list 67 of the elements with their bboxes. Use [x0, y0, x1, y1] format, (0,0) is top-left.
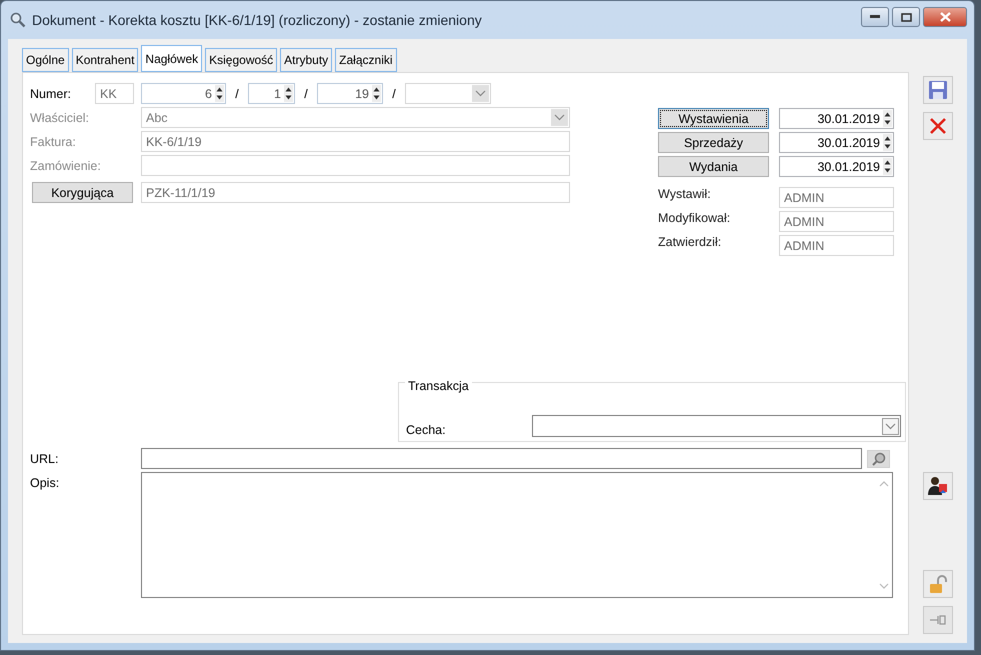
- date-field[interactable]: 30.01.2019: [779, 156, 894, 177]
- padlock-button[interactable]: [923, 570, 953, 598]
- slash-separator: /: [303, 86, 309, 100]
- spinner-icon[interactable]: [883, 158, 892, 175]
- maximize-button[interactable]: [892, 7, 920, 27]
- slash-separator: /: [234, 86, 240, 100]
- maximize-icon: [900, 12, 912, 22]
- group-title: Transakcja: [405, 379, 472, 393]
- pin-button[interactable]: [923, 606, 953, 634]
- minimize-icon: [870, 15, 880, 19]
- close-icon: [940, 12, 950, 22]
- url-label: URL:: [30, 452, 60, 466]
- tab[interactable]: Kontrahent: [72, 48, 138, 72]
- text-field[interactable]: PZK-11/1/19: [141, 182, 570, 203]
- chevron-down-icon: [475, 90, 486, 97]
- search-icon: [870, 452, 886, 466]
- person-button[interactable]: [923, 472, 953, 500]
- date-button[interactable]: Wydania: [658, 156, 769, 177]
- spinner-icon[interactable]: [883, 134, 892, 151]
- number-spin-field[interactable]: 1: [248, 83, 295, 104]
- date-button[interactable]: Wystawienia: [658, 108, 769, 129]
- magnifier-icon: [10, 12, 26, 28]
- user-field: ADMIN: [779, 211, 894, 232]
- date-field[interactable]: 30.01.2019: [779, 108, 894, 129]
- padlock-icon: [928, 574, 948, 594]
- opis-label: Opis:: [30, 475, 60, 492]
- person-icon: [927, 476, 949, 496]
- series-field: KK: [95, 83, 134, 104]
- tab[interactable]: Księgowość: [205, 48, 278, 72]
- combo-field[interactable]: [405, 83, 491, 104]
- chevron-down-icon: [885, 422, 896, 430]
- chevron-down-icon: [554, 114, 565, 121]
- field-label: Właściciel:: [30, 110, 90, 124]
- minimize-button[interactable]: [861, 7, 889, 27]
- number-spin-field[interactable]: 19: [317, 83, 383, 104]
- tab[interactable]: Nagłówek: [141, 45, 202, 72]
- search-button[interactable]: [867, 450, 890, 468]
- field-label: Faktura:: [30, 134, 77, 148]
- cecha-combo[interactable]: [532, 415, 901, 437]
- user-label: Zatwierdził:: [658, 235, 722, 249]
- cancel-button[interactable]: [923, 112, 953, 140]
- field-label: Zamówienie:: [30, 158, 102, 172]
- date-button[interactable]: Sprzedaży: [658, 132, 769, 153]
- tab[interactable]: Atrybuty: [280, 48, 332, 72]
- url-field[interactable]: [141, 448, 862, 469]
- save-button[interactable]: [923, 76, 953, 104]
- spinner-icon[interactable]: [883, 110, 892, 127]
- cecha-label: Cecha:: [406, 423, 447, 437]
- text-field[interactable]: [141, 155, 570, 176]
- tab[interactable]: Załączniki: [335, 48, 397, 72]
- user-label: Modyfikował:: [658, 211, 730, 225]
- tab[interactable]: Ogólne: [22, 48, 69, 72]
- date-field[interactable]: 30.01.2019: [779, 132, 894, 153]
- close-button[interactable]: [923, 7, 967, 27]
- korygujaca-button[interactable]: Korygująca: [32, 182, 133, 203]
- window-title: Dokument - Korekta kosztu [KK-6/1/19] (rozliczony) - zostanie zmieniony: [32, 12, 483, 28]
- user-field: ADMIN: [779, 187, 894, 208]
- number-spin-field[interactable]: 6: [141, 83, 226, 104]
- user-field: ADMIN: [779, 235, 894, 256]
- user-label: Wystawił:: [658, 187, 711, 201]
- spinner-icon[interactable]: [215, 85, 224, 102]
- cross-icon: [929, 117, 947, 135]
- spinner-icon[interactable]: [284, 85, 293, 102]
- spinner-icon[interactable]: [372, 85, 381, 102]
- numer-label: Numer:: [30, 86, 72, 100]
- pin-icon: [929, 613, 947, 627]
- slash-separator: /: [391, 86, 397, 100]
